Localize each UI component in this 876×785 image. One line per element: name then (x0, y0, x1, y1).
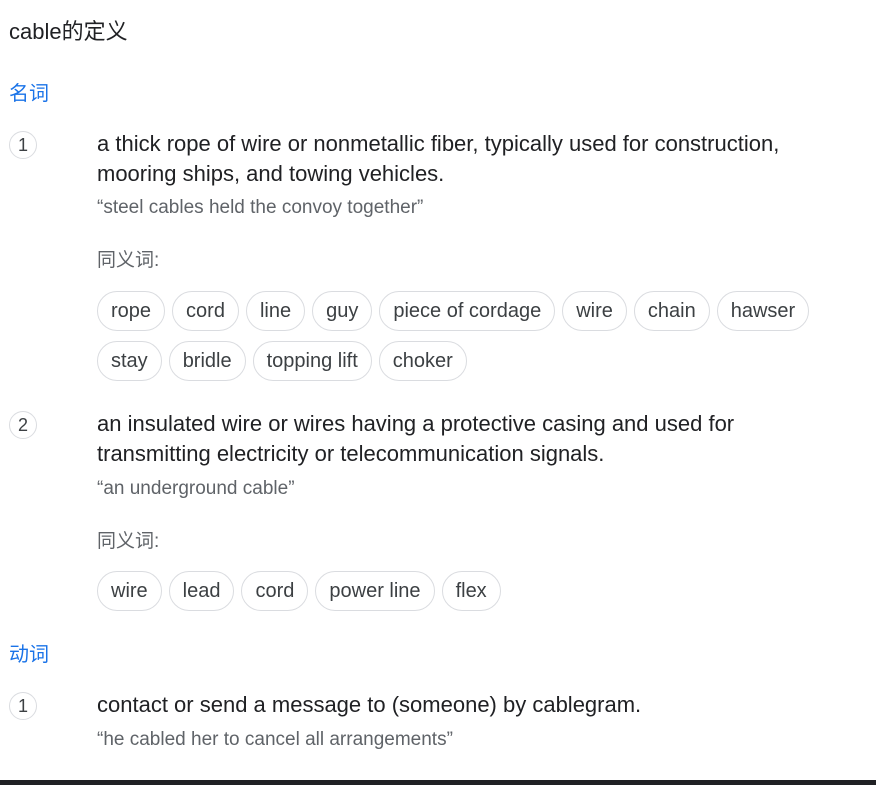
synonym-chip-piece-of-cordage[interactable]: piece of cordage (379, 291, 556, 331)
synonym-chip-bridle[interactable]: bridle (168, 341, 246, 381)
synonym-chip-lead[interactable]: lead (168, 571, 235, 611)
synonym-list: rope cord line guy piece of cordage wire… (97, 291, 857, 381)
synonym-chip-flex[interactable]: flex (441, 571, 501, 611)
synonym-chip-line[interactable]: line (245, 291, 306, 331)
part-of-speech-verb: 动词 (9, 644, 49, 666)
synonyms-label: 同义词: (97, 250, 160, 271)
definition-text: an insulated wire or wires having a prot… (97, 411, 735, 466)
example-sentence: “an underground cable” (97, 478, 295, 499)
synonym-chip-cord[interactable]: cord (172, 291, 239, 331)
bottom-divider (0, 780, 876, 785)
synonyms-label: 同义词: (97, 531, 160, 552)
definition-text: contact or send a message to (someone) b… (97, 692, 642, 717)
synonym-chip-topping-lift[interactable]: topping lift (252, 341, 372, 381)
synonym-chip-power-line[interactable]: power line (315, 571, 435, 611)
sense-number: 2 (9, 411, 37, 439)
example-sentence: “he cabled her to cancel all arrangement… (97, 729, 453, 750)
synonym-chip-wire[interactable]: wire (562, 291, 627, 331)
synonym-chip-choker[interactable]: choker (378, 341, 467, 381)
synonym-chip-wire[interactable]: wire (97, 571, 162, 611)
synonym-chip-rope[interactable]: rope (97, 291, 166, 331)
synonym-chip-stay[interactable]: stay (97, 341, 162, 381)
synonym-chip-cord[interactable]: cord (241, 571, 309, 611)
sense-number: 1 (9, 692, 37, 720)
dictionary-card: cable的定义 名词 1 a thick rope of wire or no… (0, 0, 876, 785)
example-sentence: “steel cables held the convoy together” (97, 197, 424, 218)
synonym-list: wire lead cord power line flex (97, 571, 857, 611)
synonym-chip-hawser[interactable]: hawser (716, 291, 810, 331)
page-title: cable的定义 (9, 19, 128, 44)
part-of-speech-noun: 名词 (9, 83, 49, 105)
synonym-chip-guy[interactable]: guy (312, 291, 373, 331)
sense-number: 1 (9, 131, 37, 159)
definition-text: a thick rope of wire or nonmetallic fibe… (97, 131, 780, 186)
synonym-chip-chain[interactable]: chain (633, 291, 710, 331)
